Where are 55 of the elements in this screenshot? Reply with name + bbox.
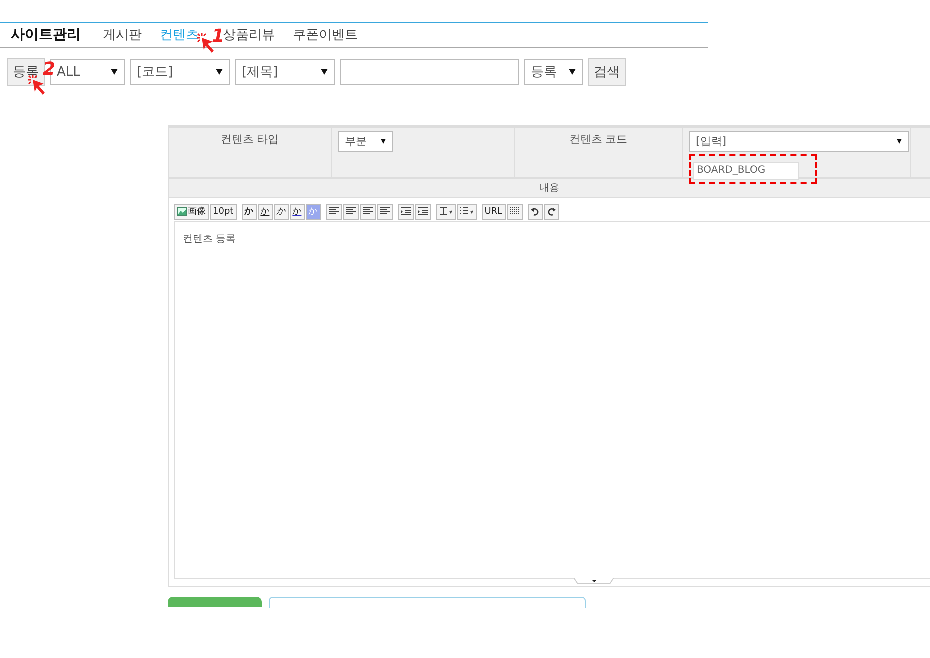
align-button[interactable] (326, 204, 342, 220)
list-icon (460, 207, 474, 216)
code-select[interactable]: [코드] (130, 59, 230, 85)
field-label: 컨텐츠 타입 (220, 132, 280, 148)
redo-button[interactable] (544, 204, 559, 220)
step-number: 1 (212, 27, 225, 47)
underline-button[interactable]: か (258, 204, 273, 220)
caret-icon (216, 69, 223, 75)
image-button[interactable]: 画像 (174, 204, 209, 220)
horizontal-rule-button[interactable] (506, 204, 523, 220)
indent-icon (418, 207, 428, 216)
align-button[interactable] (360, 204, 376, 220)
content-label: 내용 (540, 182, 560, 195)
align-button[interactable] (342, 204, 359, 220)
resize-handle-icon[interactable] (574, 578, 614, 586)
caret-icon (897, 139, 902, 144)
caret-icon (569, 69, 576, 75)
align-button[interactable] (376, 204, 393, 220)
order-select[interactable]: 등록 (524, 59, 583, 85)
indent-icon (400, 207, 411, 216)
italic-button[interactable]: か (274, 204, 289, 220)
list-button[interactable] (456, 204, 477, 220)
redo-icon (546, 207, 556, 216)
caret-icon (111, 69, 118, 75)
search-field[interactable] (340, 59, 519, 85)
site-title: 사이트관리 (11, 26, 81, 44)
font-color-button[interactable]: か (290, 204, 305, 220)
editor-area[interactable]: 컨텐츠 등록 (174, 221, 930, 579)
nav-tab[interactable]: 게시판 (103, 26, 142, 44)
nav-tab[interactable]: 쿠폰이벤트 (293, 26, 358, 44)
search-button[interactable]: 검색 (588, 58, 626, 86)
undo-button[interactable] (528, 204, 543, 220)
caret-icon (321, 69, 328, 75)
nav-tab[interactable]: 상품리뷰 (223, 26, 275, 44)
toolbar-button[interactable]: URL (482, 204, 506, 220)
align-icon (362, 207, 373, 216)
undo-icon (530, 207, 540, 216)
indent-button[interactable] (414, 204, 431, 220)
code-field[interactable]: BOARD_BLOG (693, 162, 799, 180)
caret-icon (381, 139, 386, 144)
toolbar-button[interactable]: 10pt (210, 204, 237, 220)
image-icon (177, 207, 187, 216)
code-input-select[interactable]: [입력] (689, 131, 909, 152)
align-icon (346, 207, 356, 216)
editor-text: 컨텐츠 등록 (183, 234, 236, 245)
bold-button[interactable]: か (242, 204, 257, 220)
line-height-button[interactable] (436, 204, 456, 220)
horizontal-rule-icon (510, 207, 520, 216)
title-select[interactable]: [제목] (235, 59, 335, 85)
indent-button[interactable] (398, 204, 414, 220)
align-icon (380, 207, 390, 216)
line-height-icon (438, 207, 453, 216)
type-value-select[interactable]: 부분 (338, 131, 393, 152)
align-icon (328, 207, 339, 216)
field-label: 컨텐츠 코드 (569, 132, 628, 148)
